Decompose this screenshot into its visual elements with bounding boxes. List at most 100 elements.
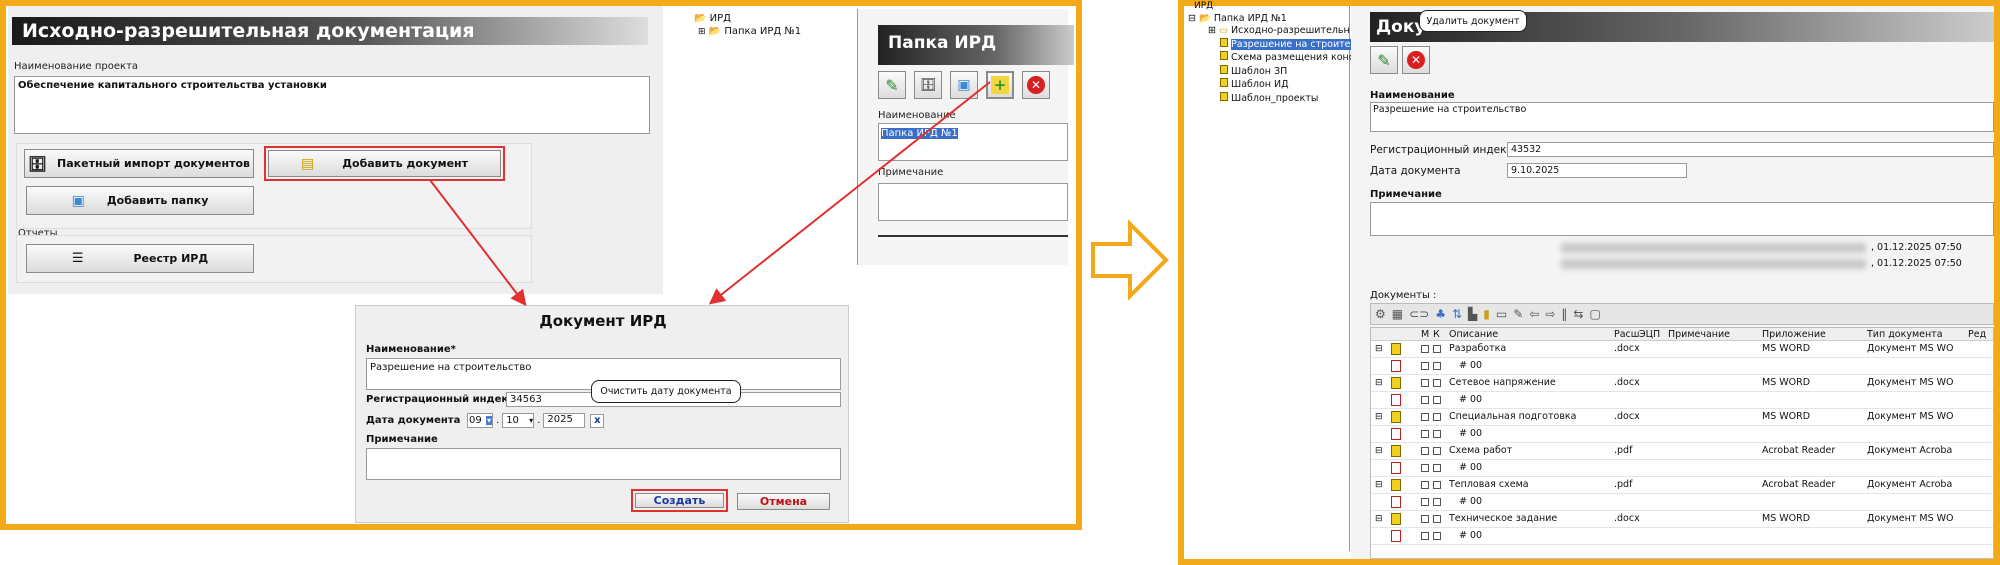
collapse-icon[interactable]: ⊟ <box>1375 446 1383 456</box>
document-icon <box>1220 51 1228 60</box>
arrow-to-dialog <box>429 179 527 307</box>
table-subrow[interactable]: # 00 <box>1371 392 1993 409</box>
row-checkbox-m[interactable] <box>1421 362 1429 370</box>
blurred-author-2 <box>1561 259 1866 269</box>
settings-icon[interactable]: ⚙ <box>1375 307 1386 321</box>
documents-grid: М К Описание Расш ЭЦП Примечание Приложе… <box>1370 327 1994 559</box>
table-row[interactable]: ⊟ Сетевое напряжение .docx MS WORD Документ … <box>1371 375 1993 392</box>
document-icon <box>1220 91 1228 101</box>
import-icon[interactable]: ⇨ <box>1545 307 1555 321</box>
stamp-icon[interactable]: ▭ <box>1496 307 1507 321</box>
note-label: Примечание <box>1370 189 1442 200</box>
table-row[interactable]: ⊟ Схема работ .pdf Acrobat Reader Документ A… <box>1371 443 1993 460</box>
row-ext: .docx <box>1614 343 1640 354</box>
edit-doc-icon[interactable]: ✎ <box>1513 307 1523 321</box>
timestamp-1: , 01.12.2025 07:50 <box>1871 242 1962 253</box>
tree-item-selected[interactable]: Разрешение на строител <box>1220 37 1357 52</box>
row-desc: Схема работ <box>1449 445 1513 456</box>
table-subrow[interactable]: # 00 <box>1371 528 1993 545</box>
tree-item[interactable]: Схема размещения конст <box>1220 51 1360 65</box>
delete-tooltip: Удалить документ <box>1419 10 1527 32</box>
row-checkbox-m[interactable] <box>1421 532 1429 540</box>
table-row[interactable]: ⊟ Техническое задание .docx MS WORD Документ… <box>1371 511 1993 528</box>
name-label: Наименование <box>1370 90 1455 101</box>
tree-folder[interactable]: ⊟ 📂 Папка ИРД №1 <box>1188 13 1349 26</box>
row-checkbox-k[interactable] <box>1433 396 1441 404</box>
row-checkbox-k[interactable] <box>1433 362 1441 370</box>
tree-item[interactable]: Шаблон ЗП <box>1220 64 1349 79</box>
row-checkbox-m[interactable] <box>1421 498 1429 506</box>
table-subrow[interactable]: # 00 <box>1371 460 1993 477</box>
row-checkbox-k[interactable] <box>1433 515 1441 523</box>
row-revision: # 00 <box>1459 394 1483 405</box>
columns-icon[interactable]: ‖ <box>1561 307 1567 321</box>
arrow-from-toolbar <box>708 81 991 305</box>
document-icon <box>1391 377 1401 389</box>
row-checkbox-k[interactable] <box>1433 413 1441 421</box>
tree-root[interactable]: ИРД <box>1194 0 1349 13</box>
collapse-icon[interactable]: ⊟ <box>1375 480 1383 490</box>
col-sign: ЭЦП <box>1639 328 1661 340</box>
table-subrow[interactable]: # 00 <box>1371 358 1993 375</box>
row-checkbox-m[interactable] <box>1421 396 1429 404</box>
collapse-icon[interactable]: ⊟ <box>1375 412 1383 422</box>
reg-field[interactable]: 43532 <box>1507 142 1994 157</box>
collapse-icon[interactable]: ⊟ <box>1375 378 1383 388</box>
row-checkbox-m[interactable] <box>1421 430 1429 438</box>
row-checkbox-k[interactable] <box>1433 379 1441 387</box>
col-note: Примечание <box>1668 328 1731 340</box>
tree-item[interactable]: ⊞ ▭ Исходно-разрешительн <box>1208 25 1350 38</box>
document-icon <box>1220 37 1228 47</box>
row-revision: # 00 <box>1459 360 1483 371</box>
documents-label: Документы : <box>1370 290 1437 301</box>
grid-icon[interactable]: ▦ <box>1392 307 1403 321</box>
delete-document-button[interactable]: ✕ <box>1402 46 1430 74</box>
row-type: Документ Acroba <box>1867 479 1953 490</box>
row-checkbox-k[interactable] <box>1433 430 1441 438</box>
export-icon[interactable]: ⇦ <box>1529 307 1539 321</box>
row-checkbox-m[interactable] <box>1421 413 1429 421</box>
row-checkbox-m[interactable] <box>1421 515 1429 523</box>
row-ext: .docx <box>1614 513 1640 524</box>
table-row[interactable]: ⊟ Специальная подготовка .docx MS WORD Докум… <box>1371 409 1993 426</box>
merge-icon[interactable]: ⇆ <box>1573 307 1583 321</box>
row-checkbox-k[interactable] <box>1433 532 1441 540</box>
row-type: Документ MS WO <box>1867 377 1954 388</box>
link-icon[interactable]: ⊂⊃ <box>1409 307 1429 321</box>
row-checkbox-k[interactable] <box>1433 498 1441 506</box>
row-checkbox-k[interactable] <box>1433 345 1441 353</box>
table-row[interactable]: ⊟ Разработка .docx MS WORD Документ MS WO <box>1371 341 1993 358</box>
row-checkbox-k[interactable] <box>1433 481 1441 489</box>
archive-icon[interactable]: ▮ <box>1483 307 1490 321</box>
collapse-icon[interactable]: ⊟ <box>1375 344 1383 354</box>
tree-item[interactable]: Шаблон ИД <box>1220 78 1349 92</box>
table-row[interactable]: ⊟ Тепловая схема .pdf Acrobat Reader Докумен… <box>1371 477 1993 494</box>
note-field[interactable] <box>1370 202 1994 236</box>
row-checkbox-m[interactable] <box>1421 379 1429 387</box>
document-toolbar: ✎ ✕ <box>1370 46 1430 74</box>
tree-view-icon[interactable]: ♣ <box>1435 307 1446 321</box>
date-field[interactable]: 9.10.2025 <box>1507 163 1687 178</box>
row-checkbox-m[interactable] <box>1421 464 1429 472</box>
blurred-author-1 <box>1561 243 1866 253</box>
sort-icon[interactable]: ⇅ <box>1452 307 1462 321</box>
row-checkbox-k[interactable] <box>1433 447 1441 455</box>
tree-item[interactable]: Шаблон_проекты <box>1220 91 1349 106</box>
table-subrow[interactable]: # 00 <box>1371 426 1993 443</box>
collapse-icon[interactable]: ⊟ <box>1375 514 1383 524</box>
folder-icon: 📂 <box>1199 12 1211 24</box>
row-checkbox-m[interactable] <box>1421 447 1429 455</box>
col-k: К <box>1433 328 1440 340</box>
row-ext: .docx <box>1614 377 1640 388</box>
chart-icon[interactable]: ▙ <box>1468 307 1477 321</box>
row-desc: Техническое задание <box>1449 513 1558 524</box>
row-checkbox-m[interactable] <box>1421 345 1429 353</box>
row-revision: # 00 <box>1459 462 1483 473</box>
row-checkbox-k[interactable] <box>1433 464 1441 472</box>
col-app: Приложение <box>1762 328 1826 340</box>
edit-button[interactable]: ✎ <box>1370 46 1398 74</box>
row-checkbox-m[interactable] <box>1421 481 1429 489</box>
table-subrow[interactable]: # 00 <box>1371 494 1993 511</box>
window-icon[interactable]: ▢ <box>1589 307 1600 321</box>
name-field[interactable]: Разрешение на строительство <box>1370 102 1994 132</box>
